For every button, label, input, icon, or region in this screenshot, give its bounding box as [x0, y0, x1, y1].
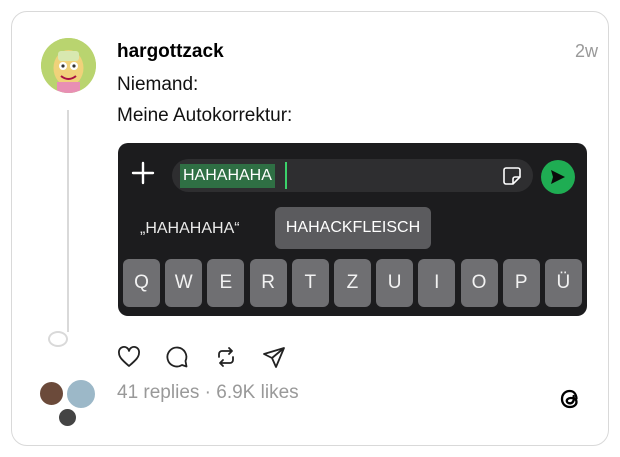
send-arrow-icon	[551, 170, 565, 184]
reply-avatar-3	[57, 407, 78, 428]
typed-text: HAHAHAHA	[180, 164, 275, 188]
post-text-line-1: Niemand:	[117, 74, 199, 95]
post-timestamp: 2w	[574, 41, 598, 61]
key-ue: Ü	[544, 259, 582, 307]
author-username[interactable]: hargottzack	[117, 41, 224, 63]
suggestion-2: HAHACKFLEISCH	[275, 207, 431, 249]
reply-avatar-2	[65, 378, 97, 410]
send-button	[541, 160, 575, 194]
key-w: W	[165, 259, 203, 307]
author-avatar[interactable]	[41, 38, 96, 93]
thread-line	[67, 110, 69, 332]
repost-icon[interactable]	[214, 345, 238, 369]
key-o: O	[460, 259, 498, 307]
key-q: Q	[123, 259, 160, 307]
message-input: HAHAHAHA	[172, 159, 533, 192]
send-icon[interactable]	[262, 345, 286, 369]
key-z: Z	[333, 259, 371, 307]
post-stats[interactable]: 41 replies · 6.9K likes	[117, 382, 299, 404]
key-r: R	[249, 259, 287, 307]
post-actions	[117, 345, 297, 369]
comment-icon[interactable]	[165, 345, 189, 369]
key-i: I	[418, 259, 456, 307]
heart-icon[interactable]	[117, 345, 141, 369]
text-cursor	[285, 162, 287, 189]
key-e: E	[207, 259, 245, 307]
thread-loop	[48, 331, 68, 347]
key-p: P	[502, 259, 540, 307]
keyboard-row: Q W E R T Z U I O P Ü	[123, 259, 582, 307]
key-t: T	[291, 259, 329, 307]
suggestion-1: „HAHAHAHA“	[140, 220, 240, 237]
reply-avatar-1	[38, 380, 65, 407]
key-u: U	[376, 259, 414, 307]
post-text-line-2: Meine Autokorrektur:	[117, 105, 293, 126]
plus-icon	[131, 161, 155, 185]
reply-avatars	[38, 378, 98, 430]
keyboard-screenshot[interactable]: HAHAHAHA „HAHAHAHA“ HAHACKFLEISCH Q W E …	[118, 143, 587, 316]
sticker-icon	[503, 167, 521, 185]
threads-logo[interactable]	[557, 385, 583, 413]
